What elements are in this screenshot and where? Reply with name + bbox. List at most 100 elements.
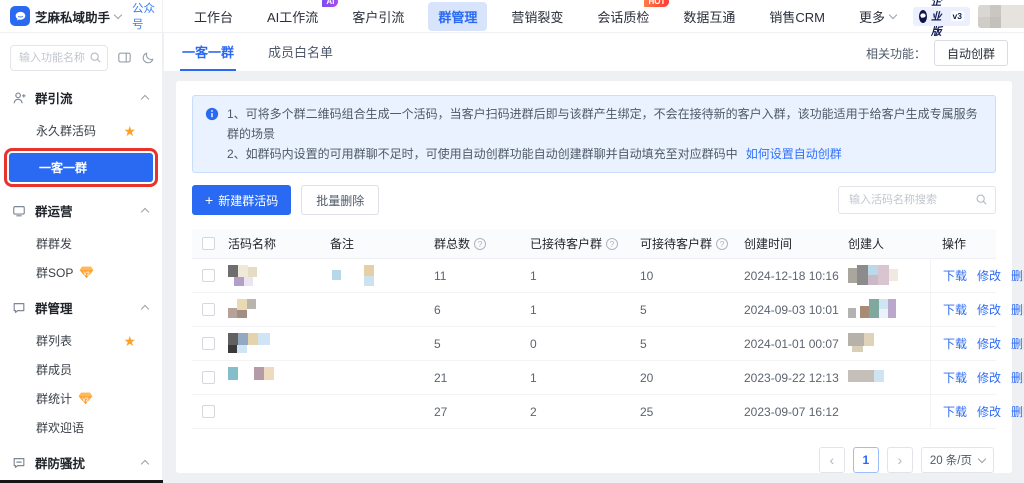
current-page-button[interactable]: 1	[853, 447, 879, 473]
serving-count: 2	[530, 405, 640, 419]
help-icon[interactable]: ?	[716, 238, 728, 250]
row-actions: 下载 修改 删除	[930, 361, 1024, 394]
row-checkbox[interactable]	[202, 371, 215, 384]
chat-shield-icon	[12, 456, 26, 470]
row-actions: 下载 修改 删除	[930, 259, 1024, 292]
download-link[interactable]: 下载	[943, 301, 967, 318]
top-navbar: 芝麻私域助手 公众号 工作台 AI工作流AI 客户引流 群管理 营销裂变 会话质…	[0, 0, 1024, 33]
redacted-qrcode-name	[228, 367, 330, 389]
page-size-select[interactable]: 20 条/页	[921, 447, 994, 473]
app-logo-icon	[10, 6, 30, 26]
search-icon[interactable]	[975, 193, 988, 209]
sidebar-item-group-members[interactable]: 群成员	[0, 355, 162, 384]
menu-item-more[interactable]: 更多	[849, 2, 906, 31]
delete-link[interactable]: 删除	[1011, 369, 1024, 386]
help-icon[interactable]: ?	[474, 238, 486, 250]
edit-link[interactable]: 修改	[977, 403, 1001, 420]
menu-item-ai-workflow[interactable]: AI工作流AI	[257, 2, 328, 31]
row-checkbox[interactable]	[202, 337, 215, 350]
avatar[interactable]	[978, 5, 1024, 28]
menu-item-sales-crm[interactable]: 销售CRM	[759, 2, 835, 31]
col-serving: 已接待客户群?	[530, 235, 640, 252]
col-total: 群总数?	[434, 235, 530, 252]
help-icon[interactable]: ?	[606, 238, 618, 250]
brand-subtitle[interactable]: 公众号	[132, 0, 162, 32]
created-time: 2023-09-07 16:12	[744, 405, 848, 419]
navbar-right: 企业版 v3	[913, 5, 1024, 28]
edit-link[interactable]: 修改	[977, 369, 1001, 386]
delete-link[interactable]: 删除	[1011, 267, 1024, 284]
menu-item-chat-inspection[interactable]: 会话质检HOT	[587, 2, 659, 31]
tab-one-customer-one-group[interactable]: 一客一群	[180, 32, 236, 71]
sidebar-item-group-welcome-message[interactable]: 群欢迎语	[0, 413, 162, 442]
edit-link[interactable]: 修改	[977, 301, 1001, 318]
menu-item-marketing-fission[interactable]: 营销裂变	[501, 2, 573, 31]
edition-badge: 企业版 v3	[913, 7, 970, 26]
prev-page-button[interactable]: ‹	[819, 447, 845, 473]
table-header-row: 活码名称 备注 群总数? 已接待客户群? 可接待客户群? 创建时间 创建人 操作	[192, 229, 996, 259]
more-chevron-down-icon	[889, 10, 897, 18]
menu-item-data-interchange[interactable]: 数据互通	[673, 2, 745, 31]
info-icon	[205, 107, 219, 164]
table-row: 5 0 5 2024-01-01 00:07 下载 修改 删除	[192, 327, 996, 361]
delete-link[interactable]: 删除	[1011, 335, 1024, 352]
plus-icon: +	[205, 193, 213, 207]
next-page-button[interactable]: ›	[887, 447, 913, 473]
row-checkbox[interactable]	[202, 405, 215, 418]
sidebar-item-one-customer-one-group[interactable]: 一客一群	[9, 153, 153, 182]
auto-create-group-button[interactable]: 自动创群	[934, 40, 1008, 66]
download-link[interactable]: 下载	[943, 369, 967, 386]
menu-item-workbench[interactable]: 工作台	[184, 2, 243, 31]
how-to-setup-auto-create-link[interactable]: 如何设置自动创群	[746, 147, 842, 161]
created-time: 2024-09-03 10:01	[744, 303, 848, 317]
v2-gem-icon: V2	[79, 266, 94, 279]
sidebar-section-group-acquisition[interactable]: 群引流	[0, 77, 162, 116]
chat-square-icon	[12, 301, 26, 315]
edit-link[interactable]: 修改	[977, 267, 1001, 284]
delete-link[interactable]: 删除	[1011, 403, 1024, 420]
group-total: 5	[434, 337, 530, 351]
ai-badge: AI	[322, 0, 338, 7]
edit-link[interactable]: 修改	[977, 335, 1001, 352]
sidebar-section-group-operation[interactable]: 群运营	[0, 190, 162, 229]
create-group-qrcode-button[interactable]: + 新建群活码	[192, 185, 291, 215]
dark-mode-moon-icon[interactable]	[141, 51, 155, 65]
download-link[interactable]: 下载	[943, 403, 967, 420]
sidebar-item-group-sop[interactable]: 群SOP V2	[0, 258, 162, 287]
download-link[interactable]: 下载	[943, 335, 967, 352]
banner-text: 1、可将多个群二维码组合生成一个活码，当客户扫码进群后即与该群产生绑定，不会在接…	[227, 104, 983, 164]
brand-chevron-down-icon[interactable]	[114, 10, 122, 18]
app-title: 芝麻私域助手	[35, 7, 110, 26]
download-link[interactable]: 下载	[943, 267, 967, 284]
sidebar-search-row	[0, 33, 162, 77]
brand-area[interactable]: 芝麻私域助手 公众号	[0, 0, 163, 32]
chat-monitor-icon	[12, 204, 26, 218]
menu-item-group-management[interactable]: 群管理	[428, 2, 487, 31]
col-name: 活码名称	[228, 235, 330, 252]
sidebar-item-permanent-group-qrcode[interactable]: 永久群活码 ★	[0, 116, 162, 145]
sidebar-section-group-management[interactable]: 群管理	[0, 287, 162, 326]
tab-member-whitelist[interactable]: 成员白名单	[266, 32, 335, 71]
row-checkbox[interactable]	[202, 303, 215, 316]
serving-count: 1	[530, 269, 640, 283]
favorite-star-icon[interactable]: ★	[123, 124, 136, 138]
redacted-qrcode-name	[228, 333, 330, 355]
menu-item-customer-acquisition[interactable]: 客户引流	[342, 2, 414, 31]
group-total: 27	[434, 405, 530, 419]
redacted-remark	[330, 299, 434, 321]
group-total: 11	[434, 269, 530, 283]
row-checkbox[interactable]	[202, 269, 215, 282]
sidebar-item-group-mass-send[interactable]: 群群发	[0, 229, 162, 258]
sidebar-item-group-list[interactable]: 群列表 ★	[0, 326, 162, 355]
available-count: 25	[640, 405, 744, 419]
sidebar-item-group-statistics[interactable]: 群统计 V2	[0, 384, 162, 413]
collapse-sidebar-icon[interactable]	[117, 51, 132, 65]
user-plus-icon	[12, 91, 26, 105]
favorite-star-icon[interactable]: ★	[123, 334, 136, 348]
sidebar-section-anti-harassment[interactable]: 群防骚扰	[0, 442, 162, 481]
table-row: 21 1 20 2023-09-22 12:13 下载 修改 删除	[192, 361, 996, 395]
select-all-checkbox[interactable]	[202, 237, 215, 250]
qrcode-search-input[interactable]	[838, 186, 996, 214]
delete-link[interactable]: 删除	[1011, 301, 1024, 318]
batch-delete-button[interactable]: 批量删除	[301, 185, 379, 215]
